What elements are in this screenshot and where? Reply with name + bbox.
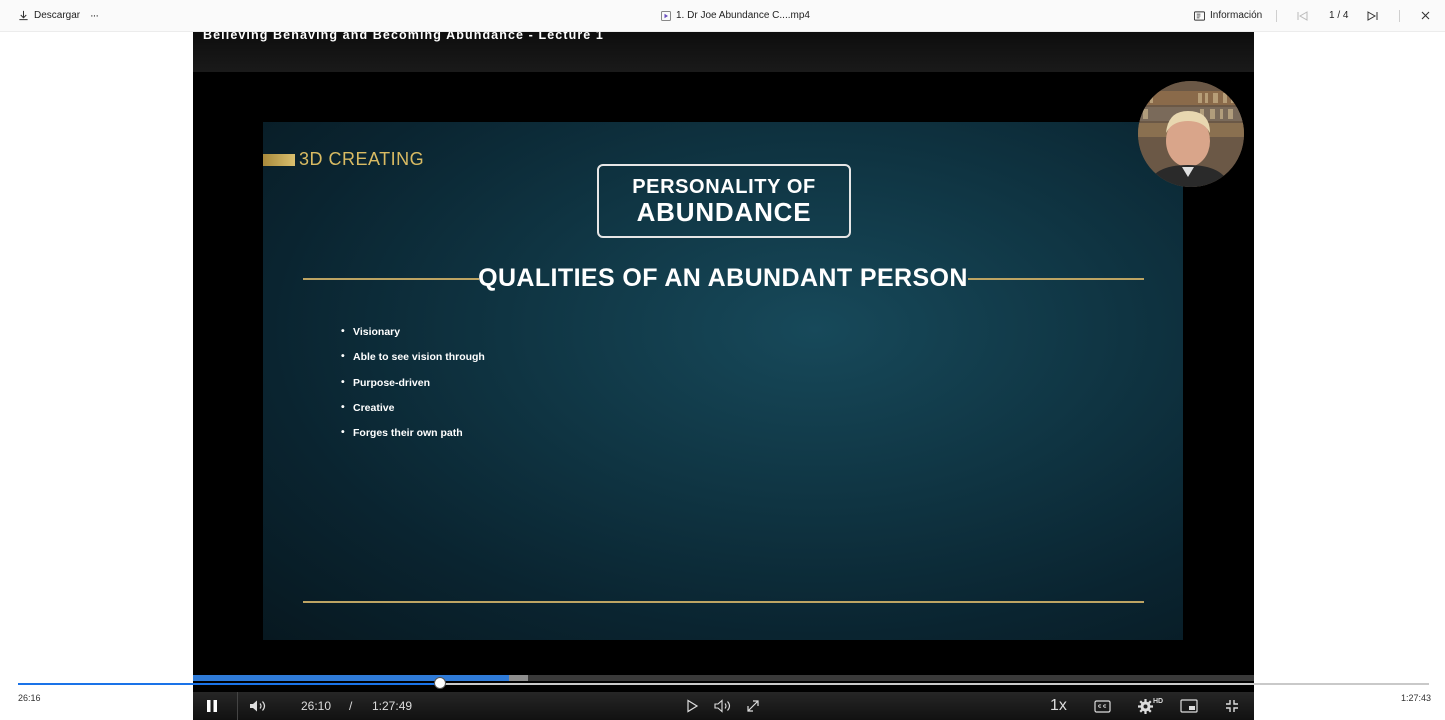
speaker-icon — [714, 699, 731, 713]
picture-in-picture-icon — [1180, 699, 1198, 713]
heading-rule-right — [968, 278, 1144, 280]
gear-icon — [1138, 698, 1153, 714]
next-item-button[interactable] — [1367, 0, 1378, 31]
skip-previous-icon — [1297, 10, 1308, 21]
slide-bullet-list: Visionary Able to see vision through Pur… — [341, 325, 485, 452]
play-preview-button[interactable] — [685, 692, 699, 720]
video-player[interactable]: Believing Behaving and Becoming Abundanc… — [193, 32, 1254, 720]
settings-button[interactable]: HD — [1137, 692, 1163, 720]
previous-item-button[interactable] — [1297, 0, 1308, 31]
captions-icon — [1094, 699, 1111, 713]
more-options-button[interactable]: ··· — [90, 0, 99, 31]
total-duration: 1:27:49 — [372, 699, 413, 713]
current-time: 26:10 — [301, 699, 332, 713]
info-label: Información — [1210, 10, 1263, 21]
expand-button[interactable] — [746, 692, 760, 720]
slide-title-box: PERSONALITY OF ABUNDANCE — [597, 164, 851, 238]
seek-thumb[interactable] — [433, 677, 446, 689]
slide-bullet: Forges their own path — [341, 426, 485, 452]
video-file-icon — [661, 10, 671, 21]
download-button[interactable]: Descargar — [18, 0, 80, 31]
exit-fullscreen-button[interactable] — [1225, 692, 1239, 720]
pause-icon — [207, 700, 217, 712]
skip-next-icon — [1367, 10, 1378, 21]
player-current-time: 26:16 — [18, 693, 41, 703]
slide-title-line2: ABUNDANCE — [636, 197, 812, 227]
presenter-webcam — [1138, 81, 1244, 187]
info-panel-icon — [1194, 10, 1205, 21]
video-title: Believing Behaving and Becoming Abundanc… — [203, 32, 604, 42]
captions-button[interactable] — [1094, 692, 1111, 720]
picture-in-picture-button[interactable] — [1180, 692, 1198, 720]
time-separator: / — [349, 699, 353, 713]
video-header: Believing Behaving and Becoming Abundanc… — [193, 32, 1254, 72]
divider — [1399, 10, 1400, 22]
video-seek-bar[interactable] — [193, 675, 1254, 681]
file-title: 1. Dr Joe Abundance C....mp4 — [661, 0, 810, 31]
divider — [1276, 10, 1277, 22]
slide-heading: QUALITIES OF AN ABUNDANT PERSON — [478, 264, 968, 292]
slide-title-line1: PERSONALITY OF — [632, 176, 816, 198]
more-icon: ··· — [90, 9, 99, 22]
brand-logo-bar — [263, 153, 295, 166]
brand-text: 3D CREATING — [299, 149, 425, 169]
volume-icon — [250, 700, 266, 712]
download-icon — [19, 10, 28, 21]
info-button[interactable]: Información — [1194, 0, 1262, 31]
lecture-slide: 3D CREATING PERSONALITY OF ABUNDANCE QUA… — [263, 122, 1183, 640]
player-played-range — [18, 683, 440, 685]
presenter-image — [1138, 81, 1244, 187]
mute-button[interactable] — [249, 692, 267, 720]
slide-bullet: Purpose-driven — [341, 376, 485, 402]
close-icon — [1421, 11, 1430, 20]
audio-button[interactable] — [714, 692, 731, 720]
top-toolbar: Descargar ··· 1. Dr Joe Abundance C....m… — [0, 0, 1445, 32]
play-icon — [687, 699, 699, 713]
hd-badge: HD — [1153, 697, 1164, 705]
expand-icon — [747, 700, 759, 712]
pause-button[interactable] — [206, 692, 218, 720]
close-button[interactable] — [1421, 0, 1430, 31]
video-control-bar: 26:10 / 1:27:49 1x HD — [193, 692, 1254, 720]
exit-fullscreen-icon — [1226, 700, 1238, 712]
item-counter: 1 / 4 — [1329, 0, 1348, 31]
slide-bullet: Visionary — [341, 325, 485, 351]
slide-bullet: Creative — [341, 401, 485, 427]
bottom-rule — [303, 601, 1144, 603]
divider — [237, 692, 238, 720]
player-seek-bar[interactable] — [18, 677, 1429, 689]
slide-bullet: Able to see vision through — [341, 350, 485, 376]
item-counter-label: 1 / 4 — [1329, 10, 1349, 21]
playback-speed-button[interactable]: 1x — [1050, 692, 1067, 720]
download-label: Descargar — [34, 10, 81, 21]
file-name: 1. Dr Joe Abundance C....mp4 — [676, 10, 810, 21]
slide-brand: 3D CREATING — [263, 149, 424, 170]
player-duration: 1:27:43 — [1401, 693, 1432, 703]
played-range — [193, 675, 510, 681]
heading-rule-left — [303, 278, 479, 280]
